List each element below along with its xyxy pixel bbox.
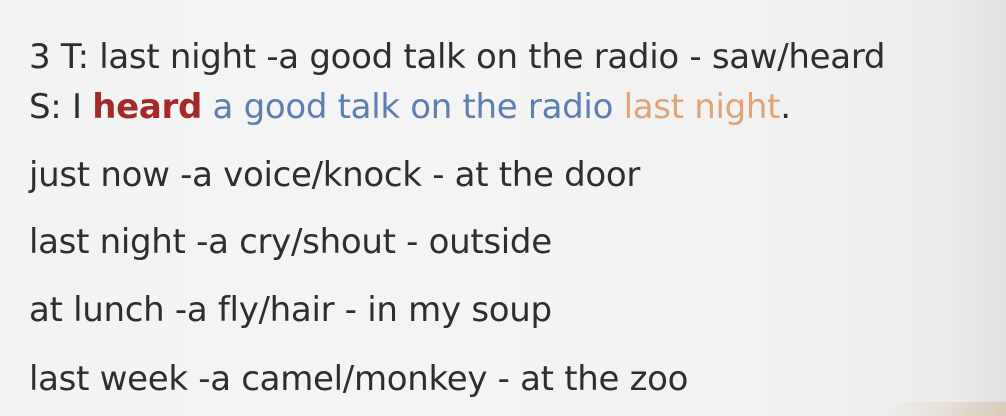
answer-prefix: S: I (29, 87, 93, 127)
edge-shadow (946, 0, 1006, 416)
student-answer: S: I heard a good talk on the radio last… (29, 87, 791, 127)
exercise-item: at lunch -a fly/hair - in my soup (29, 290, 552, 330)
exercise-item: last night -a cry/shout - outside (29, 222, 552, 262)
exercise-item: last week -a camel/monkey - at the zoo (29, 359, 689, 399)
answer-object: a good talk on the radio (212, 87, 614, 127)
exercise-item: just now -a voice/knock - at the door (29, 155, 641, 195)
answer-verb: heard (92, 87, 203, 127)
background-object (886, 402, 1006, 416)
answer-period: . (780, 87, 791, 127)
answer-time: last night (623, 87, 781, 127)
prompt-line: 3 T: last night -a good talk on the radi… (29, 37, 886, 77)
